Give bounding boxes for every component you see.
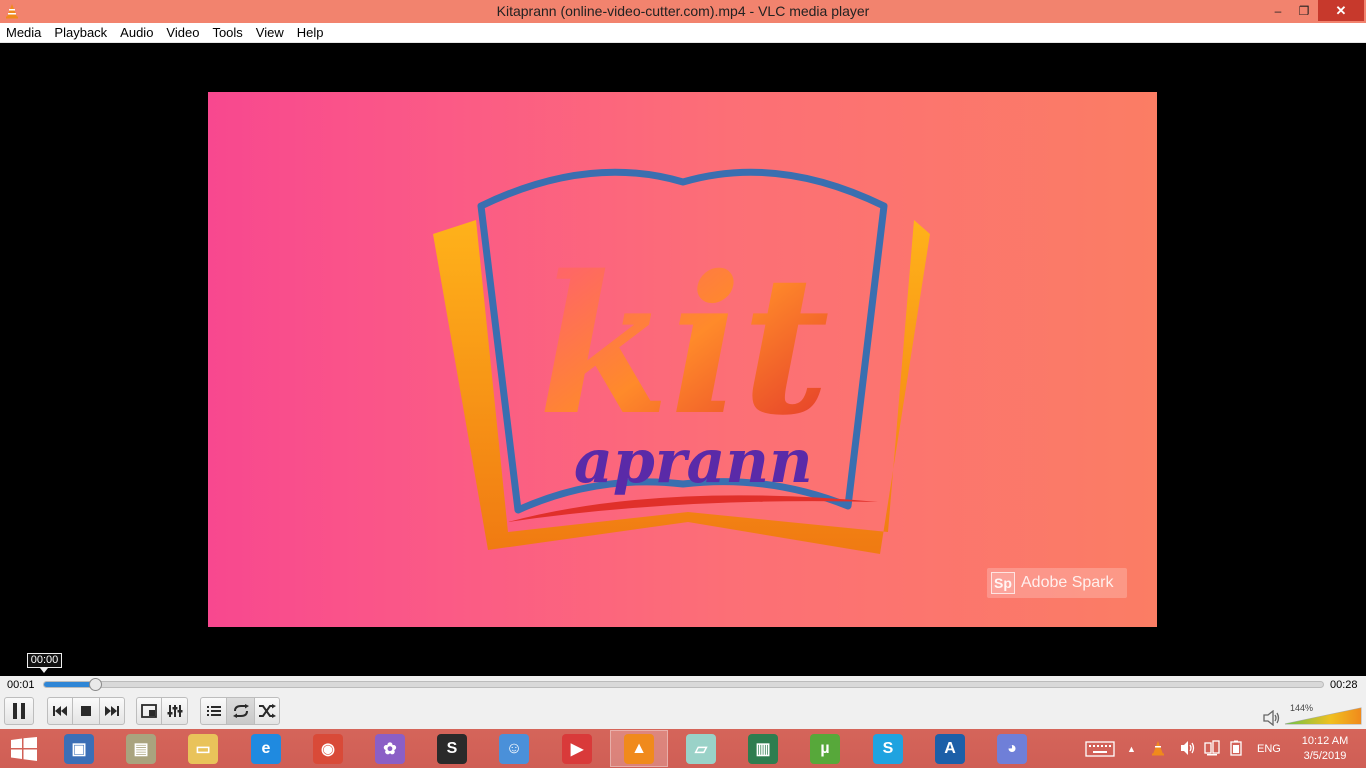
menu-video[interactable]: Video: [166, 25, 199, 40]
pause-icon: [13, 703, 25, 719]
taskbar-button[interactable]: e: [237, 730, 295, 767]
language-indicator[interactable]: ENG: [1257, 729, 1281, 768]
seek-handle[interactable]: [89, 678, 103, 691]
menu-help[interactable]: Help: [297, 25, 324, 40]
playlist-icon: [206, 706, 221, 716]
adobe-spark-watermark: Sp Adobe Spark: [987, 568, 1127, 598]
stop-icon: [81, 706, 91, 716]
fullscreen-button[interactable]: [136, 697, 162, 725]
menu-view[interactable]: View: [256, 25, 284, 40]
extended-settings-button[interactable]: [162, 697, 188, 725]
aprann-lettering: aprann: [574, 427, 813, 497]
file-explorer-icon: ▭: [188, 733, 218, 764]
taskbar-button[interactable]: ▱: [672, 730, 730, 767]
menu-audio[interactable]: Audio: [120, 25, 153, 40]
adobe-spark-text: Adobe Spark: [1021, 574, 1114, 591]
sticky-notes-icon: ▱: [686, 733, 716, 764]
total-time: 00:28: [1330, 679, 1358, 691]
previous-button[interactable]: [47, 697, 73, 725]
taskbar-button[interactable]: A: [921, 730, 979, 767]
remote-desktop-icon: ▣: [64, 733, 94, 764]
playlist-button[interactable]: [200, 697, 227, 725]
taskbar-button[interactable]: ▥: [734, 730, 792, 767]
seek-time-tooltip: 00:00: [27, 653, 62, 668]
taskbar-button[interactable]: ▶: [548, 730, 606, 767]
menu-tools[interactable]: Tools: [212, 25, 242, 40]
azure-icon: A: [935, 733, 965, 764]
tooltip-arrow: [40, 668, 48, 673]
next-icon: [105, 706, 119, 716]
seek-progress: [44, 682, 96, 687]
taskbar-button[interactable]: µ: [796, 730, 854, 767]
clock[interactable]: 10:12 AM 3/5/2019: [1296, 729, 1354, 768]
show-hidden-icons-icon[interactable]: ▲: [1127, 729, 1139, 768]
extended-settings-icon: [167, 705, 182, 717]
battery-tray-icon[interactable]: [1228, 740, 1244, 756]
paper-app-icon: ▤: [126, 733, 156, 764]
taskbar-button[interactable]: S: [423, 730, 481, 767]
speaker-icon[interactable]: [1263, 710, 1281, 726]
user-app-icon: ☺: [499, 733, 529, 764]
video-frame[interactable]: kit aprann Sp Adobe Spark: [208, 92, 1157, 627]
video-area[interactable]: kit aprann Sp Adobe Spark: [0, 43, 1366, 676]
taskbar-button[interactable]: ☺: [485, 730, 543, 767]
taskbar-button[interactable]: ▣: [50, 730, 108, 767]
kit-lettering: kit: [538, 234, 830, 457]
loop-button[interactable]: [227, 697, 254, 725]
books-app-icon: ▥: [748, 733, 778, 764]
taskbar-button[interactable]: ▲: [610, 730, 668, 767]
vlc-icon: ▲: [624, 733, 654, 764]
video-recorder-icon: ▶: [562, 733, 592, 764]
discord-icon: ◕: [997, 733, 1027, 764]
minimize-button[interactable]: –: [1265, 0, 1291, 21]
pause-button[interactable]: [4, 697, 34, 725]
taskbar-button[interactable]: ◉: [299, 730, 357, 767]
previous-icon: [53, 706, 67, 716]
clock-date: 3/5/2019: [1303, 749, 1347, 762]
maximize-button[interactable]: ❐: [1291, 0, 1317, 21]
touch-keyboard-icon[interactable]: [1085, 741, 1115, 757]
taskbar-button[interactable]: ◕: [983, 730, 1041, 767]
adobe-spark-logo: Sp: [991, 572, 1015, 594]
picasa-icon: ✿: [375, 733, 405, 764]
menu-bar: Media Playback Audio Video Tools View He…: [0, 23, 1366, 43]
windows-start-icon[interactable]: [10, 737, 38, 761]
fullscreen-icon: [141, 704, 157, 718]
elapsed-time: 00:01: [7, 679, 35, 691]
taskbar-button[interactable]: ▤: [112, 730, 170, 767]
taskbar: ▣ ▤ ▭ e ◉ ✿ S ☺ ▶ ▲ ▱ ▥ µ S A ◕ ▲ ENG 10:12 AM 3/5/2019: [0, 729, 1366, 768]
taskbar-button[interactable]: ▭: [174, 730, 232, 767]
chrome-icon: ◉: [313, 733, 343, 764]
seek-bar[interactable]: [43, 678, 1324, 691]
clock-time: 10:12 AM: [1301, 734, 1349, 747]
next-button[interactable]: [99, 697, 125, 725]
menu-playback[interactable]: Playback: [54, 25, 107, 40]
random-icon: [259, 704, 276, 718]
sublime-text-icon: S: [437, 733, 467, 764]
taskbar-button[interactable]: ✿: [361, 730, 419, 767]
controls-bar: 00:01 00:28 144%: [0, 676, 1366, 729]
kitaprann-logo: kit aprann: [433, 168, 930, 554]
title-bar: Kitaprann (online-video-cutter.com).mp4 …: [0, 0, 1366, 23]
random-button[interactable]: [254, 697, 280, 725]
vlc-tray-icon[interactable]: [1150, 740, 1166, 756]
volume-slider[interactable]: [1283, 703, 1363, 725]
network-tray-icon[interactable]: [1204, 740, 1220, 756]
internet-explorer-icon: e: [251, 733, 281, 764]
close-button[interactable]: ✕: [1318, 0, 1364, 21]
utorrent-icon: µ: [810, 733, 840, 764]
loop-icon: [232, 704, 249, 718]
stop-button[interactable]: [73, 697, 99, 725]
skype-icon: S: [873, 733, 903, 764]
window-title: Kitaprann (online-video-cutter.com).mp4 …: [496, 3, 870, 19]
menu-media[interactable]: Media: [6, 25, 41, 40]
taskbar-button[interactable]: S: [859, 730, 917, 767]
volume-tray-icon[interactable]: [1180, 740, 1196, 756]
